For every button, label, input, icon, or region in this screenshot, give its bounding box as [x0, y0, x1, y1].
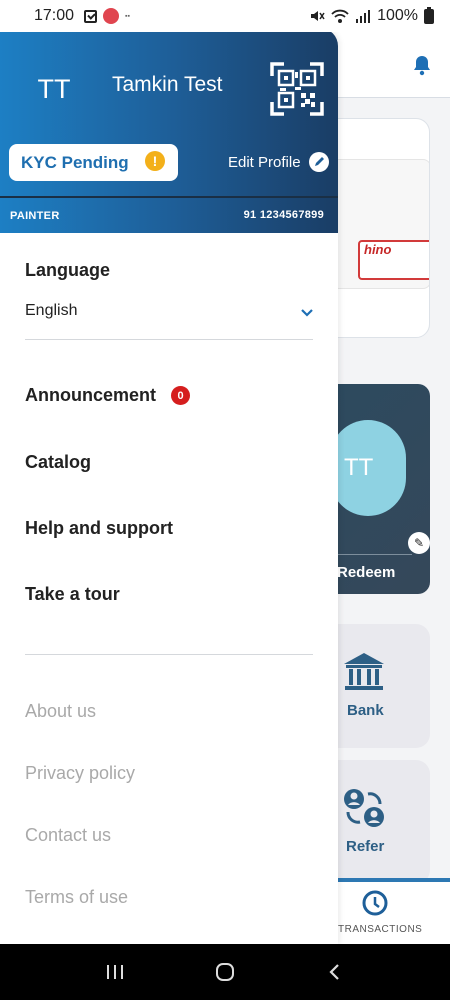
battery-level: 100% — [377, 7, 418, 24]
edit-icon — [308, 152, 329, 172]
language-value: English — [25, 302, 78, 319]
user-name: Tamkin Test — [112, 73, 223, 96]
edit-avatar-icon[interactable]: ✎ — [408, 532, 430, 554]
product-image: hino — [331, 159, 429, 289]
announcement-count-badge: 0 — [171, 386, 190, 405]
link-contact-us[interactable]: Contact us — [25, 825, 111, 846]
kyc-status-text: KYC Pending — [21, 152, 129, 172]
kyc-status-badge[interactable]: KYC Pending ! — [9, 144, 178, 181]
link-about-us[interactable]: About us — [25, 701, 96, 722]
header-divider — [0, 196, 338, 198]
redeem-button[interactable]: Redeem — [337, 564, 395, 581]
bank-icon — [344, 653, 384, 690]
transactions-tab[interactable]: TRANSACTIONS — [338, 924, 422, 935]
drawer-header: TT Tamkin Test KYC Pending ! Edit Profil… — [0, 28, 338, 233]
user-role: PAINTER — [10, 210, 60, 222]
status-bar: 17:00 ▪▪ 100% — [0, 0, 450, 32]
menu-item-catalog[interactable]: Catalog — [25, 452, 91, 473]
edit-profile-button[interactable]: Edit Profile — [228, 152, 329, 172]
checkbox-notification-icon — [84, 9, 98, 23]
nav-home-button[interactable] — [205, 952, 245, 992]
menu-item-label: Announcement — [25, 385, 157, 405]
nav-home-icon — [216, 963, 234, 981]
link-terms-of-use[interactable]: Terms of use — [25, 887, 128, 908]
signal-icon — [356, 10, 371, 23]
refer-label: Refer — [346, 838, 385, 855]
nav-recents-icon — [107, 965, 123, 979]
link-privacy-policy[interactable]: Privacy policy — [25, 763, 135, 784]
status-time: 17:00 — [34, 7, 75, 24]
app-notification-icon — [103, 8, 120, 24]
nav-back-icon — [329, 964, 339, 980]
chevron-down-icon — [301, 309, 313, 317]
warning-icon: ! — [145, 151, 165, 171]
status-right-icons: 100% — [309, 6, 434, 25]
avatar[interactable]: TT — [18, 58, 90, 120]
bank-label: Bank — [347, 702, 384, 719]
wifi-icon — [331, 9, 349, 23]
qr-code-icon[interactable] — [270, 62, 324, 116]
nav-recents-button[interactable] — [95, 952, 135, 992]
profile-avatar: TT ✎ — [330, 420, 430, 554]
menu-item-announcement[interactable]: Announcement 0 — [25, 385, 190, 406]
navigation-drawer: TT Tamkin Test KYC Pending ! Edit Profil… — [0, 28, 338, 944]
refer-icon — [344, 789, 384, 827]
bell-icon[interactable] — [412, 54, 432, 76]
profile-initials: TT — [344, 454, 374, 481]
edit-profile-label: Edit Profile — [228, 153, 301, 171]
system-nav-bar — [0, 944, 450, 1000]
product-label: hino — [358, 240, 429, 280]
language-title: Language — [25, 260, 111, 280]
transactions-icon[interactable] — [362, 890, 388, 916]
nav-back-button[interactable] — [315, 952, 355, 992]
menu-item-tour[interactable]: Take a tour — [25, 584, 120, 605]
status-notification-icons: ▪▪ — [84, 8, 130, 24]
menu-divider — [25, 654, 313, 655]
menu-item-help[interactable]: Help and support — [25, 518, 173, 539]
app-small-notification-icon: ▪▪ — [125, 12, 131, 20]
mute-icon — [311, 11, 325, 21]
battery-icon — [424, 6, 434, 24]
language-select[interactable]: English — [25, 298, 313, 340]
profile-card-divider — [336, 554, 412, 555]
user-phone: 91 1234567899 — [243, 209, 324, 221]
